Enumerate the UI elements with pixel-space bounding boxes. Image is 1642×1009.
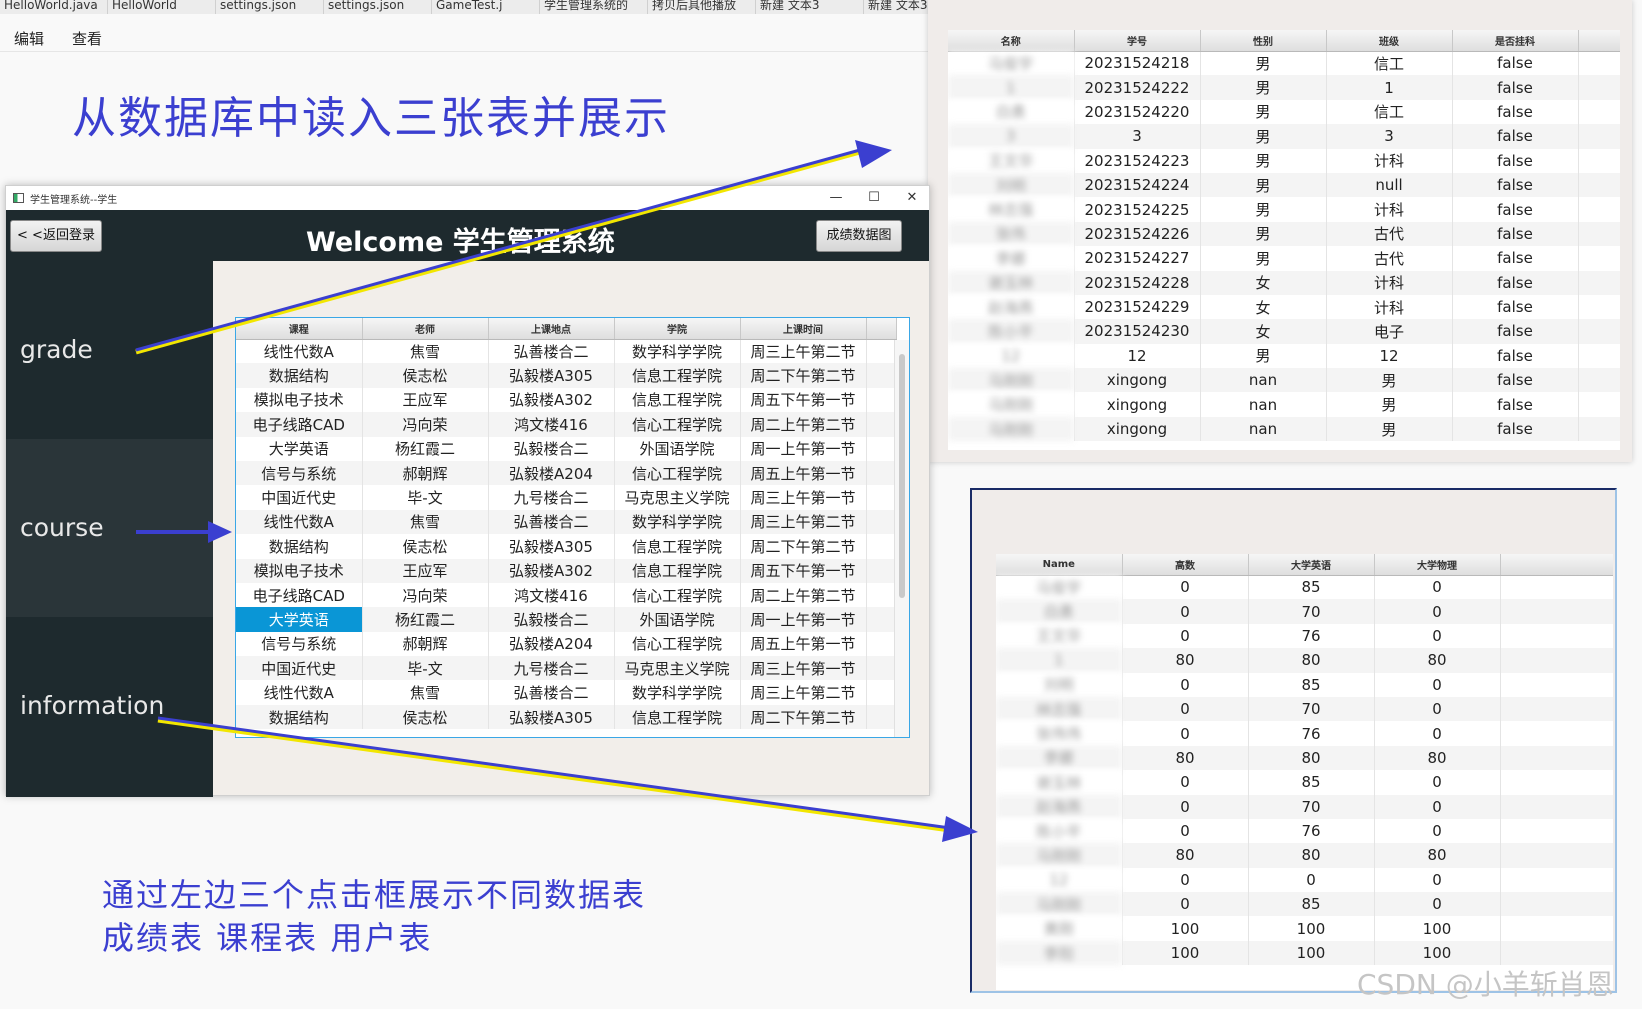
arrow-course-to-course-table — [136, 521, 232, 543]
arrow-grade-to-student-table — [135, 140, 892, 355]
watermark: CSDN @小羊斩肖恩 — [1357, 968, 1614, 1001]
annotation-arrows — [135, 140, 978, 842]
arrow-information-to-grade-table — [157, 716, 978, 842]
